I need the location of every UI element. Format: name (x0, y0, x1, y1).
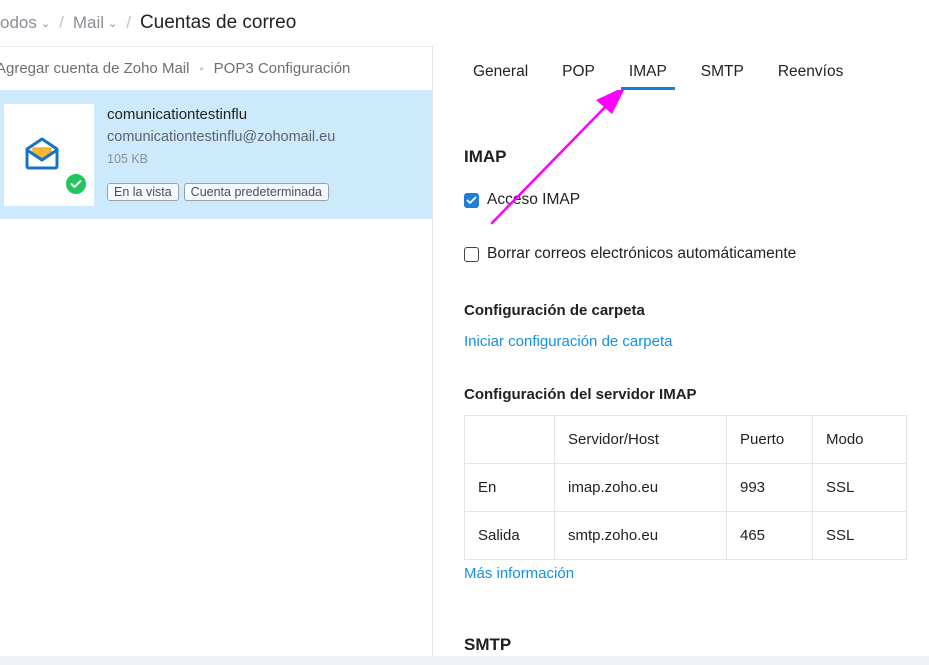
imap-access-checkbox[interactable] (464, 192, 479, 208)
breadcrumb-separator: / (59, 13, 64, 32)
table-cell: SSL (812, 463, 907, 512)
breadcrumb-item-label: odos (0, 13, 37, 32)
account-list-item[interactable]: comunicationtestinflu comunicationtestin… (0, 90, 432, 219)
table-cell: 465 (726, 511, 813, 560)
breadcrumb-item-mail[interactable]: Mail ⌄ (73, 13, 117, 33)
table-header-cell: Modo (812, 415, 907, 464)
chevron-down-icon: ⌄ (108, 17, 118, 30)
tab-imap[interactable]: IMAP (620, 63, 675, 90)
account-settings-panel: General POP IMAP SMTP Reenvíos Más infor… (434, 46, 929, 656)
table-row: Salida smtp.zoho.eu 465 SSL (464, 511, 907, 560)
table-cell: Salida (464, 511, 555, 560)
smtp-section-title: SMTP (464, 635, 512, 654)
imap-access-option[interactable]: Acceso IMAP (464, 191, 580, 209)
tab-forwarding[interactable]: Reenvíos (778, 63, 843, 90)
page-title: Cuentas de correo (139, 12, 297, 33)
table-cell: SSL (812, 511, 907, 560)
start-folder-config-link[interactable]: Iniciar configuración de carpeta (464, 333, 672, 350)
imap-server-config-title: Configuración del servidor IMAP (464, 386, 697, 403)
table-cell: 993 (726, 463, 813, 512)
check-badge-icon (64, 172, 88, 196)
tag-default-account: Cuenta predeterminada (183, 183, 330, 201)
table-row: En imap.zoho.eu 993 SSL (464, 463, 907, 512)
accounts-toolbar: Agregar cuenta de Zoho Mail • POP3 Confi… (0, 46, 432, 90)
chevron-down-icon: ⌄ (40, 17, 51, 30)
account-avatar (4, 104, 94, 206)
pop3-config-link[interactable]: POP3 Configuración (214, 60, 351, 77)
table-cell: En (464, 463, 555, 512)
breadcrumb: odos ⌄ / Mail ⌄ / Cuentas de correo (0, 0, 929, 46)
tag-in-view: En la vista (107, 183, 179, 201)
add-zoho-account-link[interactable]: Agregar cuenta de Zoho Mail (0, 60, 189, 77)
auto-delete-option[interactable]: Borrar correos electrónicos automáticame… (464, 245, 796, 263)
table-header-cell (464, 415, 555, 464)
toolbar-separator: • (199, 61, 204, 76)
breadcrumb-item-label: Mail (72, 13, 104, 32)
check-icon (466, 196, 477, 204)
tab-smtp[interactable]: SMTP (701, 63, 744, 90)
bottom-scroll-area (0, 656, 929, 665)
folder-config-title: Configuración de carpeta (464, 302, 645, 319)
table-cell: imap.zoho.eu (554, 463, 727, 512)
account-size: 105 KB (107, 152, 149, 166)
imap-section-title: IMAP (464, 147, 507, 166)
imap-access-label: Acceso IMAP (487, 191, 581, 208)
tab-general[interactable]: General (473, 63, 528, 90)
table-header-row: Servidor/Host Puerto Modo (464, 415, 907, 464)
auto-delete-label: Borrar correos electrónicos automáticame… (487, 245, 797, 262)
breadcrumb-item-all[interactable]: odos ⌄ (0, 13, 50, 33)
account-email: comunicationtestinflu@zohomail.eu (107, 129, 336, 145)
table-header-cell: Puerto (726, 415, 813, 464)
table-header-cell: Servidor/Host (554, 415, 727, 464)
imap-server-table: Servidor/Host Puerto Modo En imap.zoho.e… (464, 415, 907, 560)
account-name: comunicationtestinflu (107, 106, 248, 123)
zoho-mail-envelope-icon (25, 137, 59, 170)
breadcrumb-separator: / (126, 13, 131, 32)
settings-tabs: General POP IMAP SMTP Reenvíos (434, 46, 929, 90)
account-tags: En la vista Cuenta predeterminada (107, 183, 330, 201)
table-cell: smtp.zoho.eu (554, 511, 727, 560)
more-info-link[interactable]: Más información (464, 565, 574, 582)
accounts-panel: Agregar cuenta de Zoho Mail • POP3 Confi… (0, 46, 433, 665)
auto-delete-checkbox[interactable] (464, 246, 479, 262)
tab-pop[interactable]: POP (562, 63, 595, 90)
